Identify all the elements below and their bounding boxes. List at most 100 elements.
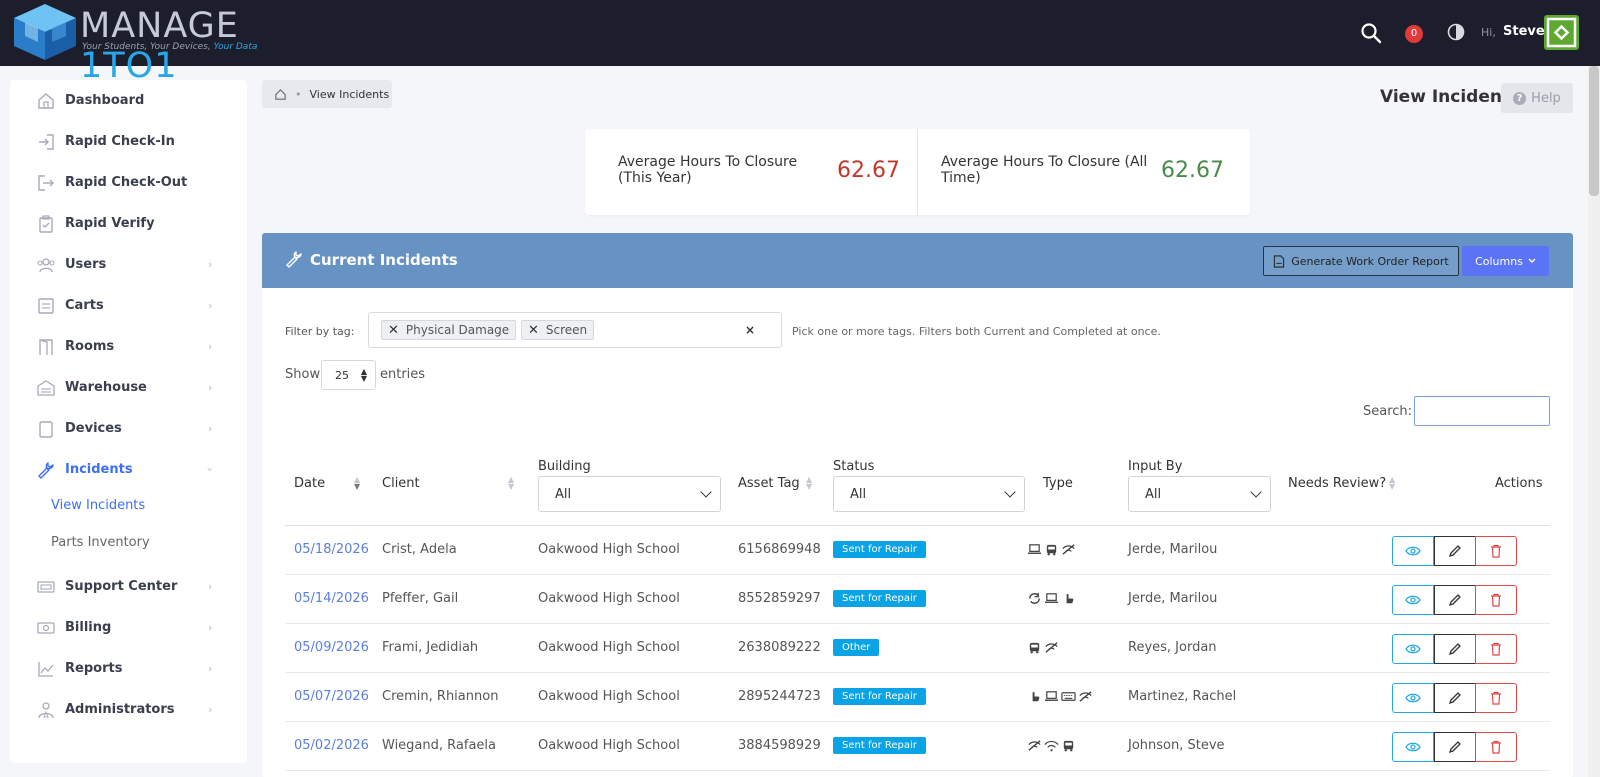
- tag-filter-input[interactable]: ✕ Physical Damage ✕ Screen ×: [368, 312, 782, 348]
- edit-button[interactable]: [1434, 585, 1476, 615]
- sidebar-item-support-center[interactable]: Support Center ›: [10, 566, 247, 607]
- sidebar-item-billing[interactable]: Billing ›: [10, 607, 247, 648]
- edit-button[interactable]: [1434, 634, 1476, 664]
- avatar-pattern-icon: [1546, 17, 1577, 48]
- delete-button[interactable]: [1475, 585, 1517, 615]
- status-filter-select[interactable]: All: [833, 476, 1025, 512]
- chevron-down-icon: ›: [203, 467, 217, 472]
- columns-button[interactable]: Columns: [1462, 246, 1549, 276]
- remove-tag-icon[interactable]: ✕: [388, 323, 399, 338]
- view-button[interactable]: [1392, 536, 1434, 566]
- generate-work-order-label: Generate Work Order Report: [1291, 254, 1449, 268]
- sidebar-subitem-parts-inventory[interactable]: Parts Inventory: [51, 535, 150, 550]
- column-header-client[interactable]: Client: [382, 476, 420, 491]
- stat-label-all-time: Average Hours To Closure (All Time): [941, 154, 1148, 186]
- column-header-asset-tag[interactable]: Asset Tag: [738, 476, 800, 491]
- incident-date-link[interactable]: 05/07/2026: [294, 689, 369, 704]
- sidebar-item-rapid-verify[interactable]: Rapid Verify: [10, 203, 247, 244]
- sidebar-item-rapid-check-in[interactable]: Rapid Check-In: [10, 121, 247, 162]
- sidebar-item-dashboard[interactable]: Dashboard: [10, 80, 247, 121]
- client-cell: Crist, Adela: [382, 542, 457, 557]
- sidebar-item-devices[interactable]: Devices ›: [10, 408, 247, 449]
- sidebar-item-incidents[interactable]: Incidents ›: [10, 449, 247, 490]
- help-button[interactable]: ? Help: [1501, 83, 1573, 113]
- view-button[interactable]: [1392, 683, 1434, 713]
- column-header-actions: Actions: [1495, 476, 1543, 491]
- sidebar-item-rooms[interactable]: Rooms ›: [10, 326, 247, 367]
- notification-badge[interactable]: 0: [1405, 25, 1423, 43]
- sidebar-item-administrators[interactable]: Administrators ›: [10, 689, 247, 730]
- incident-date-link[interactable]: 05/09/2026: [294, 640, 369, 655]
- scrollbar-thumb[interactable]: [1589, 66, 1599, 196]
- sidebar-subitem-view-incidents[interactable]: View Incidents: [51, 498, 145, 513]
- view-button[interactable]: [1392, 585, 1434, 615]
- delete-button[interactable]: [1475, 732, 1517, 762]
- input-by-cell: Jerde, Marilou: [1128, 542, 1218, 557]
- table-row: 05/18/2026 Crist, Adela Oakwood High Sch…: [285, 526, 1550, 575]
- edit-button[interactable]: [1434, 683, 1476, 713]
- chevron-right-icon: ›: [208, 381, 213, 394]
- cart-icon: [38, 297, 54, 314]
- edit-button[interactable]: [1434, 732, 1476, 762]
- search-label: Search:: [1363, 404, 1413, 419]
- trash-icon: [1491, 544, 1501, 558]
- user-name[interactable]: Steve: [1503, 24, 1545, 39]
- logo[interactable]: MANAGE 1TO1 Your Students, Your Devices,…: [10, 2, 340, 86]
- pencil-icon: [1448, 594, 1461, 607]
- client-cell: Frami, Jedidiah: [382, 640, 479, 655]
- sort-icon[interactable]: ▲ ▼: [508, 476, 514, 491]
- generate-work-order-button[interactable]: Generate Work Order Report: [1263, 246, 1459, 276]
- breadcrumb-separator: •: [295, 87, 302, 101]
- type-icons: [1027, 689, 1093, 704]
- incident-date-link[interactable]: 05/02/2026: [294, 738, 369, 753]
- sidebar-item-reports[interactable]: Reports ›: [10, 648, 247, 689]
- wrench-icon: [38, 461, 54, 479]
- delete-button[interactable]: [1475, 634, 1517, 664]
- view-button[interactable]: [1392, 732, 1434, 762]
- remove-tag-icon[interactable]: ✕: [528, 323, 539, 338]
- pencil-icon: [1448, 741, 1461, 754]
- sidebar-item-carts[interactable]: Carts ›: [10, 285, 247, 326]
- sort-icon[interactable]: ▲ ▼: [354, 476, 360, 491]
- chevron-right-icon: ›: [208, 299, 213, 312]
- chevron-right-icon: ›: [208, 580, 213, 593]
- home-icon: [38, 92, 54, 109]
- search-icon[interactable]: [1360, 22, 1382, 44]
- delete-button[interactable]: [1475, 536, 1517, 566]
- table-search-input[interactable]: [1414, 396, 1550, 426]
- sidebar-item-rapid-check-out[interactable]: Rapid Check-Out: [10, 162, 247, 203]
- asset-tag-cell: 6156869948: [738, 542, 821, 557]
- sidebar-item-warehouse[interactable]: Warehouse ›: [10, 367, 247, 408]
- theme-toggle-icon[interactable]: [1447, 23, 1465, 41]
- sort-icon[interactable]: ▲ ▼: [1389, 476, 1395, 491]
- home-icon[interactable]: [274, 88, 287, 101]
- tag-chip-label: Screen: [545, 323, 588, 337]
- view-button[interactable]: [1392, 634, 1434, 664]
- keyboard-icon: [1061, 692, 1076, 701]
- sidebar-item-label: Billing: [65, 620, 112, 635]
- sort-icon[interactable]: ▲ ▼: [806, 476, 812, 491]
- column-header-status: Status: [833, 459, 875, 474]
- type-icons: [1027, 591, 1076, 606]
- edit-button[interactable]: [1434, 536, 1476, 566]
- sidebar-item-users[interactable]: Users ›: [10, 244, 247, 285]
- building-filter-select[interactable]: All: [538, 476, 721, 512]
- trash-icon: [1491, 691, 1501, 705]
- chevron-down-icon: [1250, 486, 1262, 498]
- table-row: 05/09/2026 Frami, Jedidiah Oakwood High …: [285, 624, 1550, 673]
- input-by-filter-select[interactable]: All: [1128, 476, 1271, 512]
- column-header-date[interactable]: Date: [294, 476, 325, 491]
- stat-value-this-year: 62.67: [837, 158, 900, 183]
- incident-date-link[interactable]: 05/14/2026: [294, 591, 369, 606]
- avatar[interactable]: [1544, 15, 1579, 50]
- pencil-icon: [1448, 545, 1461, 558]
- tag-chip: ✕ Physical Damage: [381, 320, 517, 340]
- column-header-needs-review[interactable]: Needs Review?: [1288, 476, 1386, 491]
- status-badge: Sent for Repair: [833, 737, 926, 754]
- incident-date-link[interactable]: 05/18/2026: [294, 542, 369, 557]
- help-icon: ?: [1513, 91, 1527, 105]
- delete-button[interactable]: [1475, 683, 1517, 713]
- entries-select[interactable]: 25 ▲ ▼: [321, 360, 376, 390]
- chevron-right-icon: ›: [208, 703, 213, 716]
- clear-tags-icon[interactable]: ×: [745, 323, 755, 337]
